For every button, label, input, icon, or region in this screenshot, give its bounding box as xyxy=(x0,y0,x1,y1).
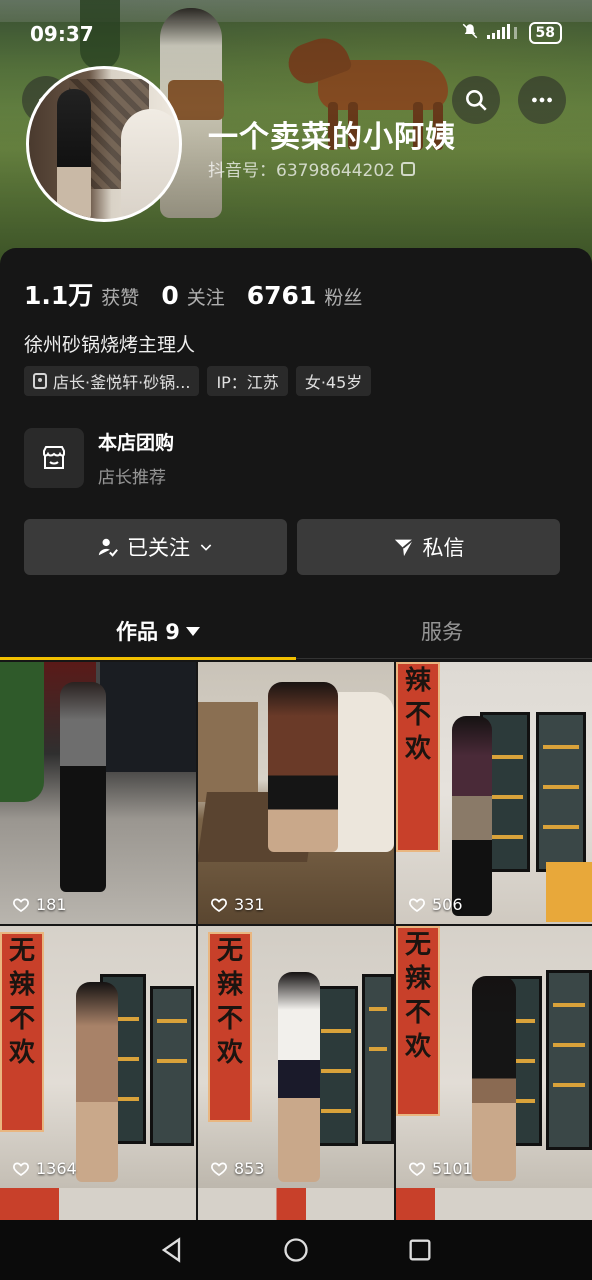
caret-down-icon xyxy=(185,626,200,636)
tab-divider xyxy=(296,658,592,659)
copy-icon[interactable] xyxy=(400,161,415,176)
video-likes: 506 xyxy=(408,895,463,914)
video-likes: 853 xyxy=(210,1159,265,1178)
video-likes: 181 xyxy=(12,895,67,914)
status-bar: 09:37 58 xyxy=(0,0,592,66)
tag-gender-age: 女·45岁 xyxy=(295,366,372,396)
search-button[interactable] xyxy=(452,76,500,124)
more-dots-icon xyxy=(532,97,552,103)
group-buy-entry[interactable]: 本店团购 店长推荐 xyxy=(24,428,174,488)
stat-likes[interactable]: 1.1万 获赞 xyxy=(24,276,139,312)
group-buy-title: 本店团购 xyxy=(98,432,175,454)
heart-icon xyxy=(211,898,227,912)
battery-indicator: 58 xyxy=(528,22,562,44)
followed-button[interactable]: 已关注 xyxy=(24,519,287,575)
send-icon xyxy=(394,538,414,557)
douyin-id[interactable]: 抖音号：63798644202 xyxy=(208,156,415,181)
tag-shop-text: 店长·釜悦轩·砂锅... xyxy=(53,373,191,392)
tab-works-label: 作品 9 xyxy=(116,620,180,644)
chevron-down-icon xyxy=(200,544,212,551)
video-likes-count: 5101 xyxy=(432,1159,473,1178)
video-thumbnail[interactable]: 无辣不欢 853 xyxy=(198,926,394,1188)
heart-icon xyxy=(409,1162,425,1176)
profile-panel: 1.1万 获赞 0 关注 6761 粉丝 徐州砂锅烧烤主理人 店长·釜悦轩·砂锅… xyxy=(0,248,592,660)
stat-following-label: 关注 xyxy=(186,287,225,309)
nav-back-icon[interactable] xyxy=(158,1236,186,1264)
action-buttons: 已关注 私信 xyxy=(24,519,560,575)
stat-following[interactable]: 0 关注 xyxy=(161,281,224,310)
stat-likes-value: 1.1万 xyxy=(24,281,94,310)
message-button-label: 私信 xyxy=(422,536,465,560)
tag-ip: IP：江苏 xyxy=(207,366,288,396)
tab-works[interactable]: 作品 9 xyxy=(116,616,200,646)
video-likes: 1364 xyxy=(12,1159,77,1178)
tag-ip-text: IP：江苏 xyxy=(216,373,279,392)
profile-tabs: 作品 9 服务 xyxy=(0,600,592,660)
tab-service[interactable]: 服务 xyxy=(421,616,463,646)
video-likes: 331 xyxy=(210,895,265,914)
mute-icon xyxy=(461,22,479,44)
profile-bio: 徐州砂锅烧烤主理人 xyxy=(24,334,196,356)
profile-stats: 1.1万 获赞 0 关注 6761 粉丝 xyxy=(24,276,362,312)
shop-icon xyxy=(33,373,47,389)
message-button[interactable]: 私信 xyxy=(297,519,560,575)
video-thumbnail[interactable]: 331 xyxy=(198,662,394,924)
video-thumbnail[interactable]: 181 xyxy=(0,662,196,924)
stat-followers-label: 粉丝 xyxy=(324,287,363,309)
status-icons: 58 xyxy=(461,22,562,44)
stat-following-value: 0 xyxy=(161,281,179,310)
stat-followers[interactable]: 6761 粉丝 xyxy=(247,281,363,310)
video-likes: 5101 xyxy=(408,1159,473,1178)
heart-icon xyxy=(211,1162,227,1176)
video-likes-count: 331 xyxy=(234,895,265,914)
heart-icon xyxy=(13,898,29,912)
user-check-icon xyxy=(98,538,118,557)
more-options-button[interactable] xyxy=(518,76,566,124)
nav-recents-icon[interactable] xyxy=(406,1236,434,1264)
stat-likes-label: 获赞 xyxy=(101,287,140,309)
avatar[interactable] xyxy=(26,66,182,222)
group-buy-subtitle: 店长推荐 xyxy=(98,468,166,488)
heart-icon xyxy=(13,1162,29,1176)
signal-icon xyxy=(486,23,521,43)
video-thumbnail[interactable]: 无辣不欢 1364 xyxy=(0,926,196,1188)
video-likes-count: 1364 xyxy=(36,1159,77,1178)
video-thumbnail[interactable]: 辣不欢 506 xyxy=(396,662,592,924)
video-likes-count: 506 xyxy=(432,895,463,914)
tab-active-indicator xyxy=(0,657,296,660)
video-grid: 181 331 辣不欢 506 无辣不欢 1364 无 辣 不 欢 853 无 … xyxy=(0,660,592,1220)
profile-nickname: 一个卖菜的小阿姨 xyxy=(208,120,456,155)
tag-shop[interactable]: 店长·釜悦轩·砂锅... xyxy=(24,366,200,396)
tag-gender-age-text: 女·45岁 xyxy=(304,373,363,392)
video-likes-count: 181 xyxy=(36,895,67,914)
status-time: 09:37 xyxy=(30,22,94,46)
store-icon xyxy=(24,428,84,488)
video-thumbnail[interactable]: 无辣不欢 5101 xyxy=(396,926,592,1188)
stat-followers-value: 6761 xyxy=(246,281,317,310)
douyin-id-text: 抖音号：63798644202 xyxy=(208,161,395,181)
heart-icon xyxy=(409,898,425,912)
profile-tags: 店长·釜悦轩·砂锅... IP：江苏 女·45岁 xyxy=(24,366,372,396)
video-likes-count: 853 xyxy=(234,1159,265,1178)
system-navigation-bar xyxy=(0,1220,592,1280)
nav-home-icon[interactable] xyxy=(282,1236,310,1264)
search-icon xyxy=(466,90,487,111)
followed-button-label: 已关注 xyxy=(127,536,190,560)
video-grid-next-row[interactable] xyxy=(0,1188,592,1220)
